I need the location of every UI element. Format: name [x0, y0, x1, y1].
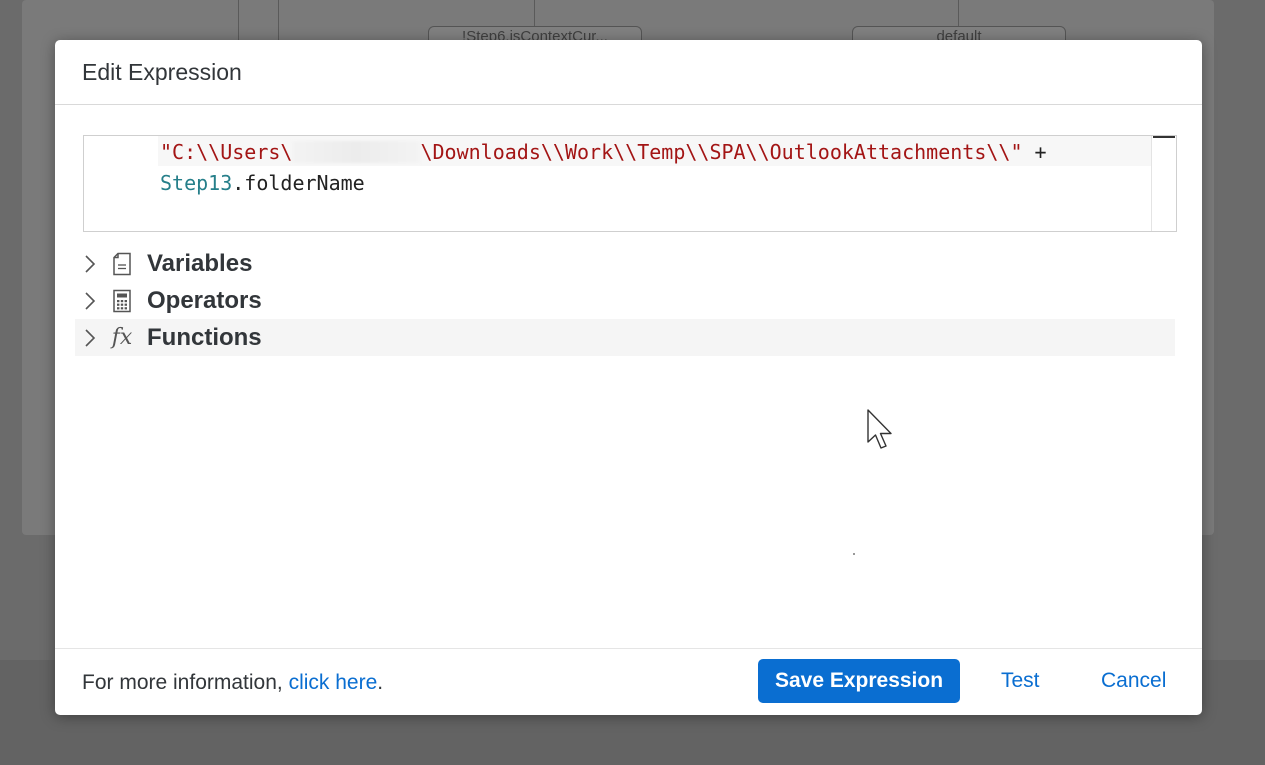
- code-line-2: Step13.folderName: [160, 170, 365, 196]
- background-connector: [534, 0, 535, 26]
- redacted-text: [292, 141, 421, 163]
- property-token: .folderName: [232, 171, 365, 195]
- info-prefix: For more information,: [82, 671, 289, 694]
- save-expression-button[interactable]: Save Expression: [758, 659, 960, 703]
- expression-tree: Variables Operators fx Functions: [75, 245, 1175, 356]
- tree-item-functions[interactable]: fx Functions: [75, 319, 1175, 356]
- plus-operator: +: [1022, 140, 1047, 164]
- info-link[interactable]: click here: [289, 671, 378, 694]
- string-literal-start: "C:\\Users\: [160, 140, 293, 164]
- tree-item-label: Functions: [147, 323, 262, 351]
- dialog-header: Edit Expression: [55, 40, 1202, 105]
- info-text: For more information, click here.: [82, 671, 383, 695]
- tree-item-label: Operators: [147, 286, 262, 314]
- dialog-footer: For more information, click here. Save E…: [55, 648, 1202, 715]
- info-suffix: .: [377, 671, 384, 694]
- tree-item-variables[interactable]: Variables: [75, 245, 1175, 282]
- cancel-button[interactable]: Cancel: [1089, 659, 1178, 703]
- screen-speck: [853, 553, 855, 555]
- fx-icon: fx: [111, 325, 133, 350]
- background-connector: [958, 0, 959, 26]
- document-icon: [105, 245, 139, 282]
- mouse-pointer-icon: [867, 409, 892, 449]
- chevron-right-icon[interactable]: [75, 319, 105, 356]
- variable-token: Step13: [160, 171, 233, 195]
- expression-editor[interactable]: "C:\\Users\ \Downloads\\Work\\Temp\\SPA\\…: [83, 135, 1177, 232]
- chevron-right-icon[interactable]: [75, 245, 105, 282]
- tree-item-label: Variables: [147, 249, 253, 277]
- tree-item-operators[interactable]: Operators: [75, 282, 1175, 319]
- scrollbar-thumb[interactable]: [1153, 136, 1175, 138]
- dialog-title: Edit Expression: [82, 59, 242, 85]
- editor-scrollbar[interactable]: [1151, 136, 1176, 231]
- edit-expression-dialog: Edit Expression "C:\\Users\ \Downloads\\W…: [55, 40, 1202, 715]
- code-line-1: "C:\\Users\ \Downloads\\Work\\Temp\\SPA\\…: [160, 139, 1047, 165]
- string-literal-end: \Downloads\\Work\\Temp\\SPA\\OutlookAtta…: [420, 140, 1023, 164]
- calculator-icon: [105, 282, 139, 319]
- chevron-right-icon[interactable]: [75, 282, 105, 319]
- test-button[interactable]: Test: [989, 659, 1052, 703]
